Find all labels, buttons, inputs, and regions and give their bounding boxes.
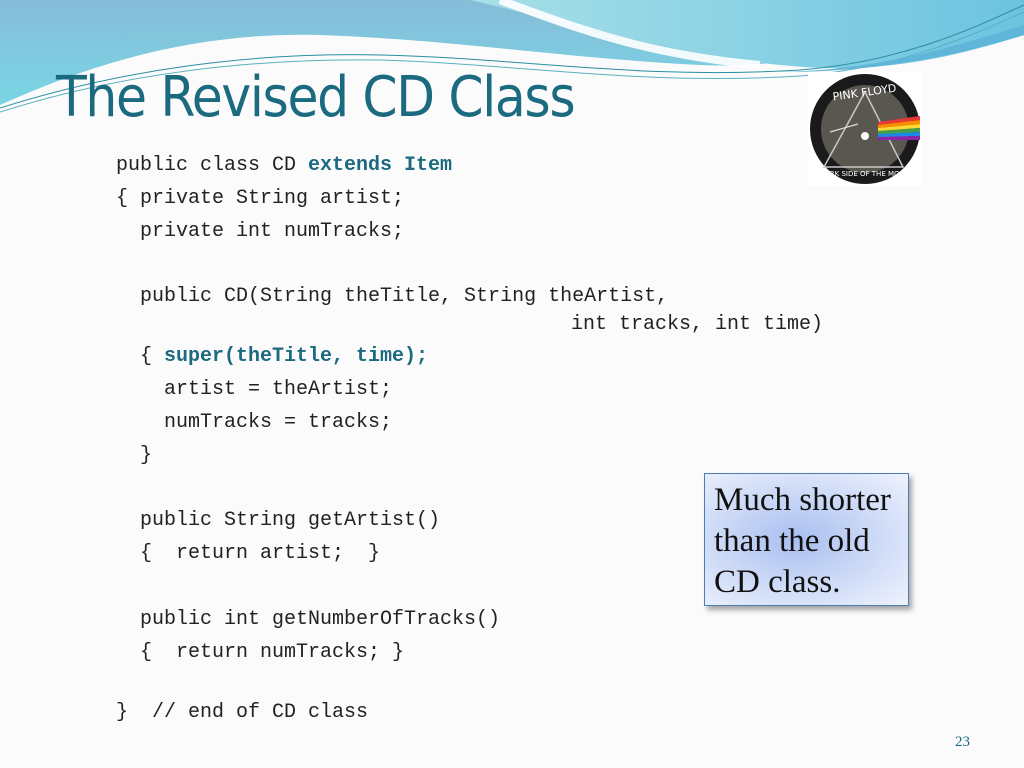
code-line: public CD(String theTitle, String theArt… (116, 285, 669, 308)
page-number: 23 (955, 734, 970, 750)
code-line: } (116, 444, 153, 467)
code-line: public String getArtist() (116, 509, 441, 532)
logo-bottom-text: DARK SIDE OF THE MOON (820, 170, 911, 178)
callout-box: Much shorter than the old CD class. (704, 473, 909, 606)
code-line: artist = theArtist; (116, 378, 393, 401)
code-line: public int getNumberOfTracks() (116, 608, 501, 631)
code-keyword: super(theTitle, time); (164, 345, 429, 368)
pink-floyd-dark-side-of-the-moon-icon: PINK FLOYD DARK SIDE OF THE MOON (808, 72, 922, 186)
code-line: numTracks = tracks; (116, 411, 393, 434)
code-line: { private String artist; (116, 187, 405, 210)
code-line: int tracks, int time) (571, 313, 824, 336)
code-line: { return numTracks; } (116, 641, 405, 664)
callout-text: Much shorter than the old CD class. (714, 482, 891, 600)
code-line: { return artist; } (116, 542, 381, 565)
code-line: { super(theTitle, time); (116, 345, 429, 368)
slide-title: The Revised CD Class (56, 65, 576, 130)
code-line: } // end of CD class (116, 701, 369, 724)
code-line: private int numTracks; (116, 220, 405, 243)
code-line: public class CD extends Item (116, 154, 453, 177)
code-keyword: extends Item (308, 154, 453, 177)
